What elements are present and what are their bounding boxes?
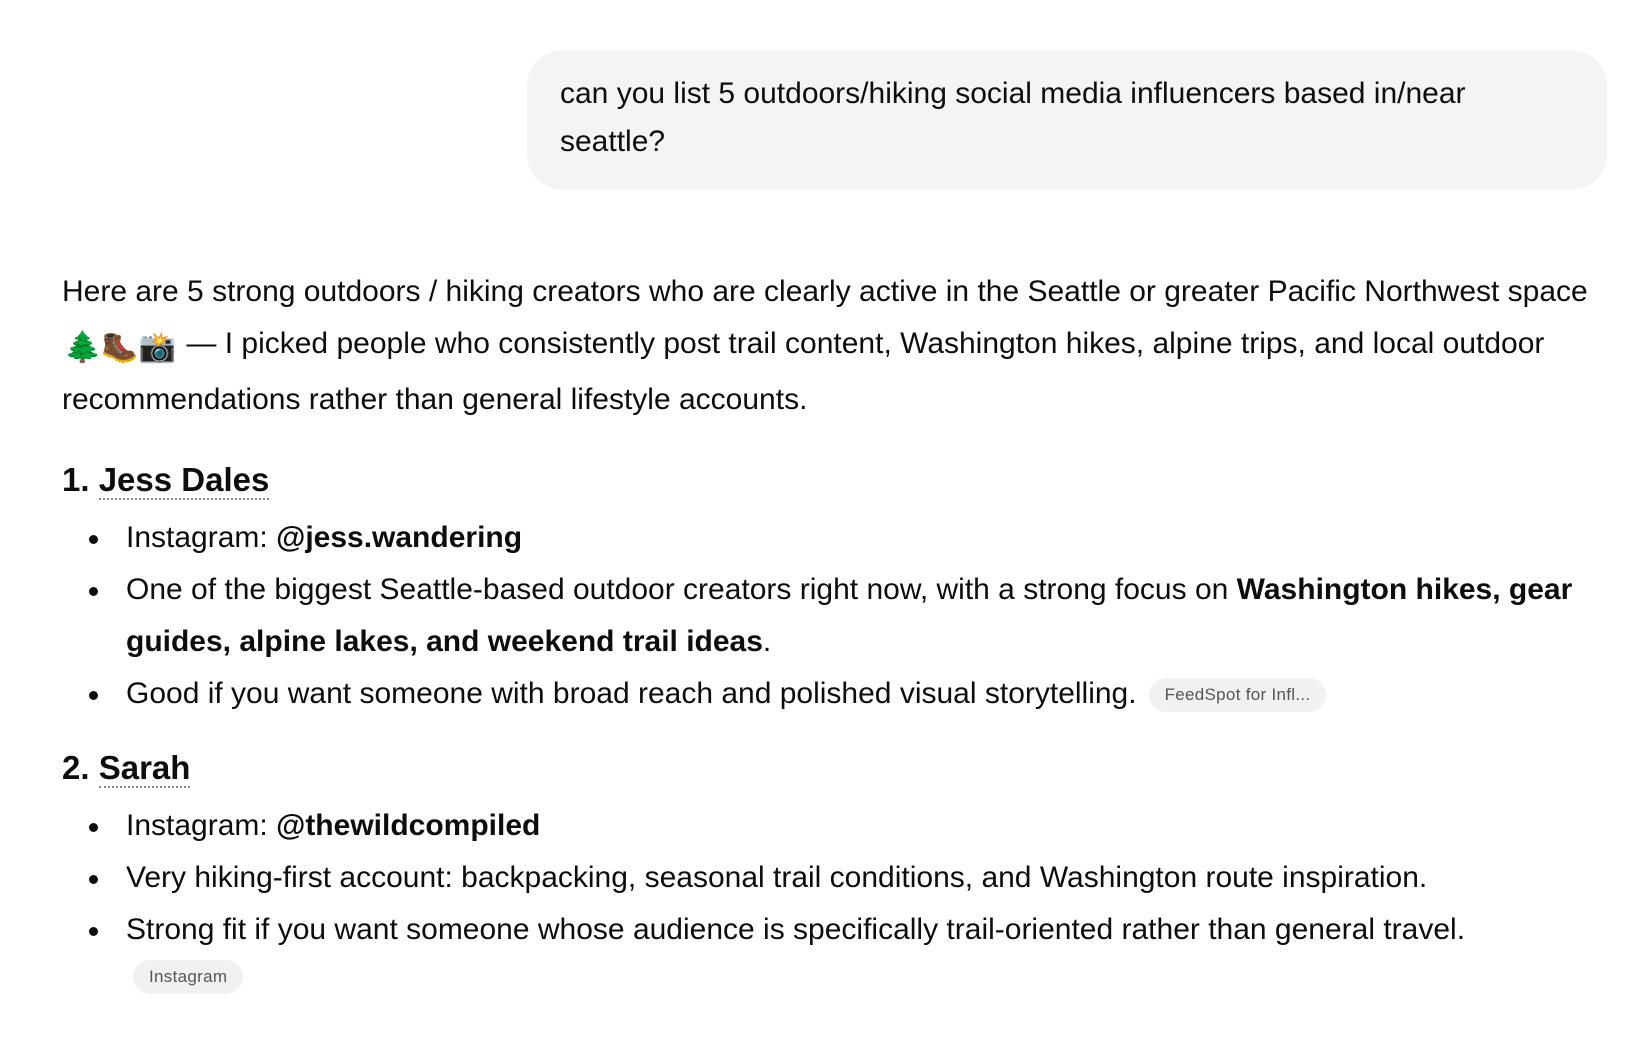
entry-number: 2. <box>62 749 90 786</box>
user-message-row: can you list 5 outdoors/hiking social me… <box>527 50 1607 190</box>
list-item: Instagram: @thewildcompiled <box>62 800 1602 852</box>
assistant-intro: Here are 5 strong outdoors / hiking crea… <box>62 266 1602 426</box>
bullet-text: Strong fit if you want someone whose aud… <box>126 913 1466 946</box>
user-message-bubble: can you list 5 outdoors/hiking social me… <box>527 50 1607 190</box>
assistant-message: Here are 5 strong outdoors / hiking crea… <box>62 266 1602 994</box>
bullet-text: Very hiking-first account: backpacking, … <box>126 861 1428 894</box>
bullet-text-suffix: . <box>762 625 772 658</box>
source-citation-pill[interactable]: Instagram <box>133 960 244 994</box>
intro-text-start: Here are 5 strong outdoors / hiking crea… <box>62 275 1588 308</box>
bullet-text: Good if you want someone with broad reac… <box>126 677 1137 710</box>
intro-text-end: — I picked people who consistently post … <box>62 327 1545 416</box>
list-item: One of the biggest Seattle-based outdoor… <box>62 564 1602 668</box>
list-item: Strong fit if you want someone whose aud… <box>62 904 1602 956</box>
instagram-handle: @jess.wandering <box>276 521 523 554</box>
entry-2-bullets: Instagram: @thewildcompiled Very hiking-… <box>62 800 1602 956</box>
entry-heading-2: 2. Sarah <box>62 744 1602 792</box>
source-citation-pill[interactable]: FeedSpot for Infl... <box>1148 678 1327 712</box>
list-item: Instagram: @jess.wandering <box>62 512 1602 564</box>
tree-boot-camera-emoji-icon: 🌲🥾📸 <box>64 331 177 364</box>
bullet-text: One of the biggest Seattle-based outdoor… <box>126 573 1237 606</box>
entry-name-link[interactable]: Jess Dales <box>98 461 270 500</box>
list-item: Very hiking-first account: backpacking, … <box>62 852 1602 904</box>
instagram-handle: @thewildcompiled <box>276 809 541 842</box>
entry-1-bullets: Instagram: @jess.wandering One of the bi… <box>62 512 1602 720</box>
entry-name-link[interactable]: Sarah <box>98 749 191 788</box>
entry-heading-1: 1. Jess Dales <box>62 456 1602 504</box>
instagram-label: Instagram: <box>126 521 277 554</box>
list-item: Good if you want someone with broad reac… <box>62 668 1602 720</box>
instagram-label: Instagram: <box>126 809 277 842</box>
entry-number: 1. <box>62 461 90 498</box>
